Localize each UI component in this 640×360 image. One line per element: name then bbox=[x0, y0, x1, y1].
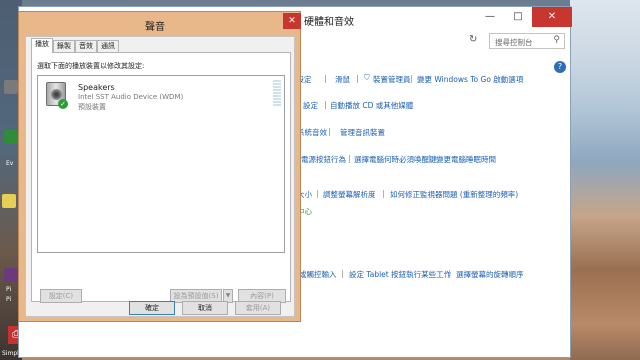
shield-icon: ⛉ bbox=[364, 73, 370, 82]
playback-instruction: 選取下面的播放裝置以修改其設定: bbox=[37, 62, 145, 70]
link-pen-touch[interactable]: 或觸控輸入 bbox=[299, 269, 337, 280]
tab-communications[interactable]: 通訊 bbox=[97, 40, 119, 52]
configure-button[interactable]: 設定(C) bbox=[40, 289, 82, 303]
desktop-shortcut-label: Pi bbox=[6, 286, 12, 293]
device-name: Speakers bbox=[78, 83, 115, 92]
link-mouse[interactable]: 滑鼠 bbox=[335, 74, 350, 85]
minimize-button[interactable]: — bbox=[476, 7, 504, 27]
link-device-manager[interactable]: 裝置管理員 bbox=[373, 74, 411, 85]
desktop-shortcut-icon[interactable] bbox=[4, 80, 18, 94]
dialog-close-button[interactable]: ✕ bbox=[283, 13, 301, 29]
help-icon[interactable]: ? bbox=[554, 61, 566, 73]
sound-dialog-title: 聲音 bbox=[145, 22, 165, 33]
refresh-icon[interactable]: ↻ bbox=[469, 34, 477, 45]
cancel-button[interactable]: 取消 bbox=[182, 301, 228, 315]
apply-button[interactable]: 套用(A) bbox=[235, 301, 281, 315]
tab-recording[interactable]: 錄製 bbox=[53, 40, 75, 52]
desktop-shortcut-label: Pi bbox=[6, 296, 12, 303]
link-system-sounds[interactable]: 系統音效 bbox=[297, 127, 327, 138]
link-manage-audio-devices[interactable]: 管理音訊裝置 bbox=[340, 127, 385, 138]
device-status: 預設裝置 bbox=[78, 103, 106, 111]
ok-button[interactable]: 確定 bbox=[129, 301, 175, 315]
list-item[interactable]: ✓ Speakers Intel SST Audio Device (WDM) … bbox=[40, 78, 282, 112]
search-placeholder: 搜尋控制台 bbox=[495, 38, 533, 47]
link-autoplay-cd[interactable]: 自動播放 CD 或其他媒體 bbox=[330, 100, 413, 111]
control-panel-title: 硬體和音效 bbox=[304, 17, 354, 28]
sound-dialog-body: 播放 錄製 音效 通訊 選取下面的播放裝置以修改其設定: ✓ Speakers … bbox=[25, 36, 295, 317]
sound-dialog: 聲音 ✕ 播放 錄製 音效 通訊 選取下面的播放裝置以修改其設定: ✓ Spea… bbox=[18, 11, 301, 322]
link-screen-resolution[interactable]: 調整螢幕解析度 bbox=[323, 189, 376, 200]
desktop-shortcut-icon[interactable] bbox=[2, 194, 16, 208]
default-check-icon: ✓ bbox=[58, 99, 68, 109]
tab-sounds[interactable]: 音效 bbox=[75, 40, 97, 52]
close-button[interactable]: ✕ bbox=[532, 7, 572, 27]
link-windows-to-go[interactable]: 變更 Windows To Go 啟動選項 bbox=[417, 74, 523, 85]
desktop-right-strip bbox=[570, 0, 640, 360]
link-wake-password[interactable]: 選擇電腦何時必須喚醒鍵 bbox=[354, 154, 437, 165]
link-tablet-buttons[interactable]: 設定 Tablet 按鈕執行某些工作 bbox=[349, 269, 451, 280]
link-rotation-order[interactable]: 選擇螢幕的旋轉順序 bbox=[456, 269, 524, 280]
desktop-shortcut-icon[interactable] bbox=[4, 268, 18, 282]
sound-dialog-titlebar[interactable]: 聲音 ✕ bbox=[19, 12, 301, 34]
search-icon[interactable]: ⚲ bbox=[553, 35, 560, 45]
link-monitor-issues[interactable]: 如何修正監視器問題 (重新整理的頻率) bbox=[390, 189, 518, 200]
desktop-shortcut-icon[interactable] bbox=[4, 130, 18, 144]
tab-playback[interactable]: 播放 bbox=[31, 38, 53, 53]
link-sleep-time[interactable]: 變更電腦睡眠時間 bbox=[436, 154, 496, 165]
link-power-button[interactable]: 電源按鈕行為 bbox=[301, 154, 346, 165]
maximize-button[interactable]: □ bbox=[504, 7, 532, 27]
link-autoplay-settings[interactable]: 設定 bbox=[303, 100, 318, 111]
search-input[interactable]: 搜尋控制台 ⚲ bbox=[489, 33, 565, 49]
level-meter bbox=[273, 80, 281, 108]
desktop-shortcut-label: Ev bbox=[6, 160, 14, 167]
playback-panel: 選取下面的播放裝置以修改其設定: ✓ Speakers Intel SST Au… bbox=[31, 52, 291, 303]
playback-device-list[interactable]: ✓ Speakers Intel SST Audio Device (WDM) … bbox=[37, 75, 285, 253]
device-driver: Intel SST Audio Device (WDM) bbox=[78, 93, 184, 101]
